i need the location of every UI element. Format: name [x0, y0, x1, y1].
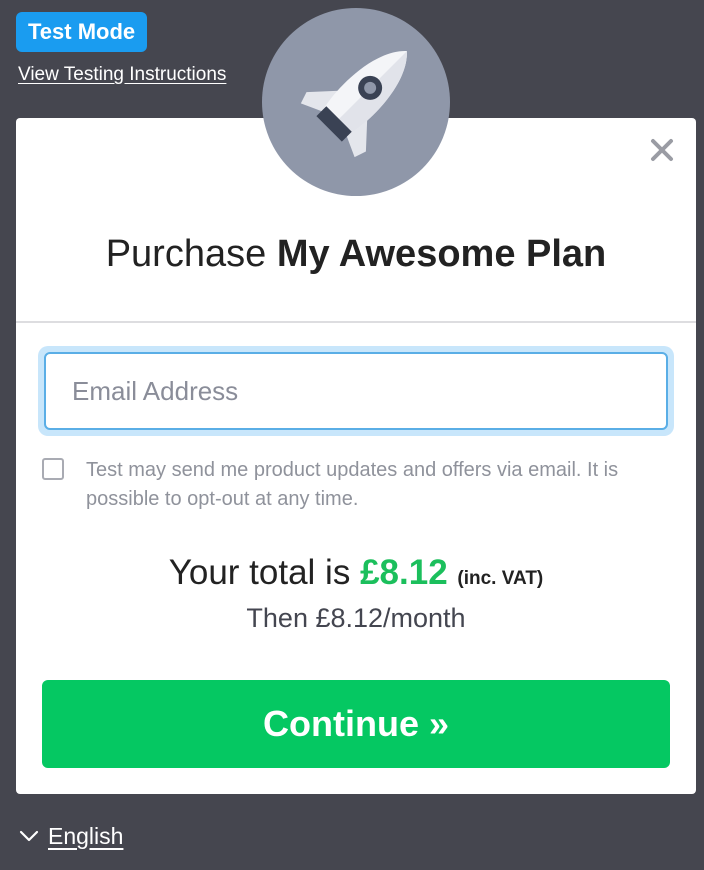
view-testing-instructions-link[interactable]: View Testing Instructions [18, 64, 226, 86]
divider [16, 321, 696, 323]
plan-name: My Awesome Plan [276, 233, 607, 275]
total-price: £8.12 [360, 553, 448, 592]
close-button[interactable] [648, 136, 676, 164]
continue-button[interactable]: Continue » [42, 680, 670, 768]
order-total: Your total is £8.12 (inc. VAT) [16, 550, 696, 602]
email-field-focus-ring [38, 346, 674, 436]
test-mode-badge: Test Mode [16, 12, 148, 52]
marketing-optin-checkbox[interactable] [42, 458, 64, 480]
close-icon [651, 139, 673, 161]
chevron-down-icon [19, 830, 39, 842]
language-label: English [48, 822, 124, 849]
title-prefix: Purchase [105, 233, 267, 275]
rocket-icon [300, 51, 407, 158]
total-vat-note: (inc. VAT) [457, 568, 544, 589]
product-logo [262, 8, 450, 196]
language-selector[interactable]: English [18, 820, 123, 852]
recurring-price: Then £8.12/month [246, 603, 466, 633]
checkout-modal: Purchase My Awesome Plan Test may send m… [16, 118, 696, 794]
email-field[interactable] [44, 352, 668, 430]
marketing-optin-label: Test may send me product updates and off… [86, 459, 619, 510]
total-prefix: Your total is [168, 553, 351, 592]
page-title: Purchase My Awesome Plan [16, 230, 696, 278]
